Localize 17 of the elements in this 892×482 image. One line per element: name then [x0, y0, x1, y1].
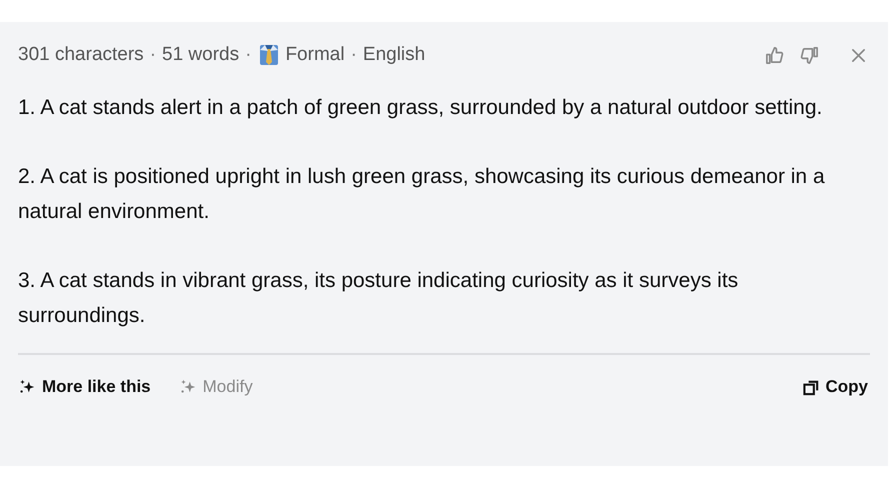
thumbs-down-icon[interactable] — [800, 46, 819, 64]
result-text: 3. A cat stands in vibrant grass, its posture indicating curiosity as it surveys its surroundings. — [18, 268, 740, 329]
copy-icon — [802, 378, 820, 396]
close-icon[interactable] — [851, 48, 866, 62]
separator-dot: · — [350, 44, 357, 66]
suit-and-tie-icon — [259, 44, 280, 66]
character-count: 301 characters — [18, 44, 144, 66]
thumbs-up-icon[interactable] — [765, 46, 784, 64]
separator-dot: · — [150, 44, 156, 66]
word-count: 51 words — [162, 44, 240, 66]
language-label: English — [362, 44, 426, 66]
copy-button[interactable]: Copy — [802, 377, 870, 397]
separator-dot: · — [245, 44, 252, 66]
result-text: 2. A cat is positioned upright in lush green grass, showcasing its curious demeanor in a natural environment. — [18, 164, 826, 225]
tone-label: Formal — [285, 44, 345, 66]
result-text: 1. A cat stands alert in a patch of green grass, surrounded by a natural outdoor setting. — [18, 95, 824, 121]
more-like-this-button[interactable]: More like this — [18, 377, 151, 397]
